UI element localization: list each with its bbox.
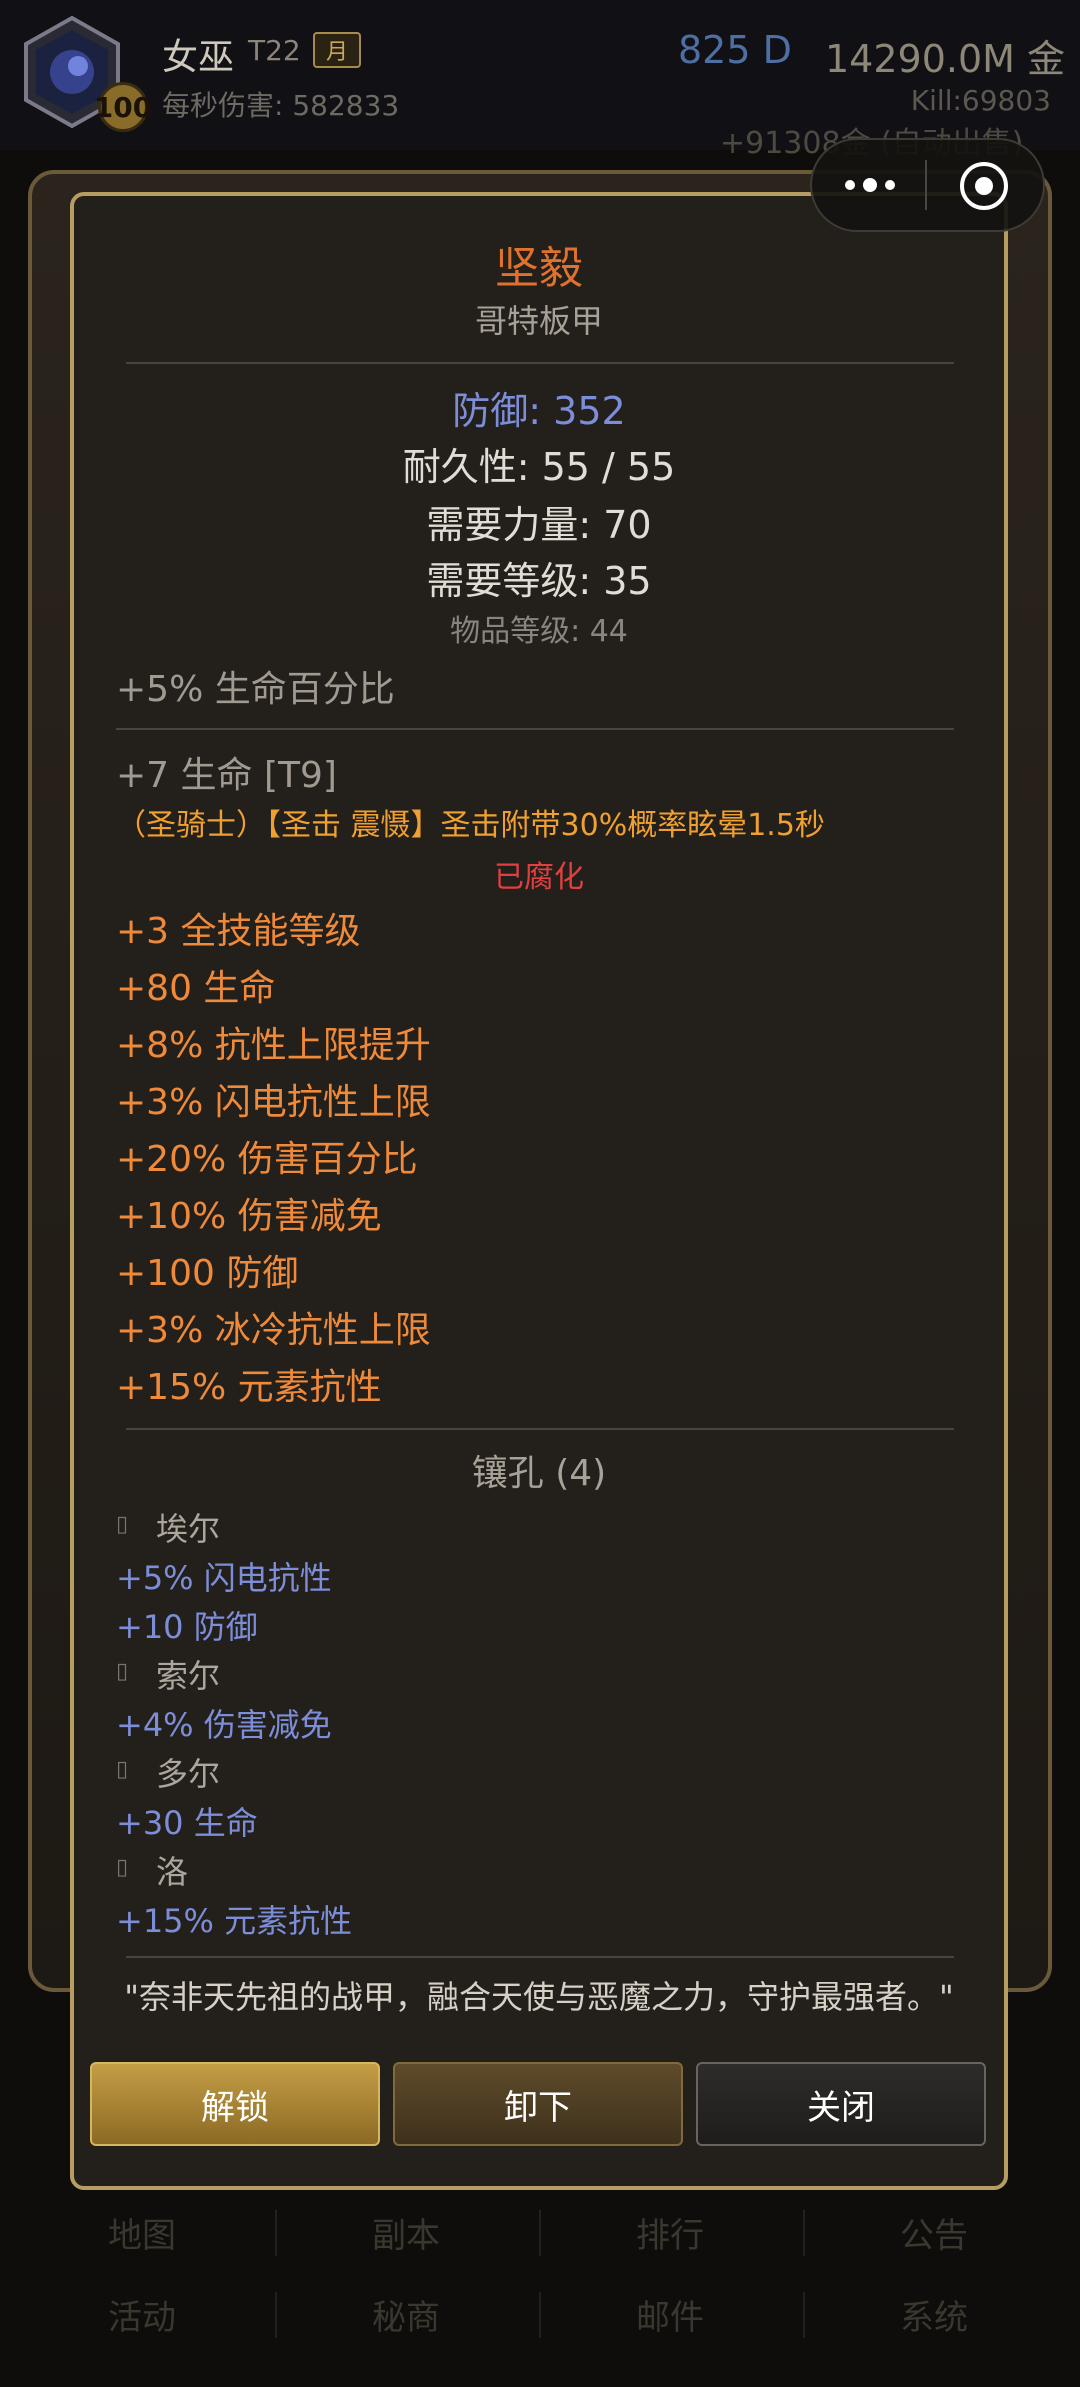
rune-icon: ▯ [116,1659,129,1684]
divider [116,728,954,730]
rune-icon: ▯ [116,1855,129,1880]
unequip-button[interactable]: 卸下 [393,2062,683,2146]
gold-count: 14290.0M 金 [825,37,1066,81]
enchant-mod: +7 生命 [T9] [116,755,337,796]
gem-mod: +10 防御 [116,1608,258,1646]
item-name: 坚毅 [495,243,583,294]
affix: +3% 冰冷抗性上限 [116,1310,431,1351]
dps-readout: 每秒伤害: 582833 [162,89,400,122]
divider [126,362,954,364]
gem-mod: +4% 伤害减免 [116,1706,332,1744]
affix: +3 全技能等级 [116,911,361,952]
corrupted-label: 已腐化 [494,860,584,895]
affix: +3% 闪电抗性上限 [116,1082,431,1123]
nav-shop[interactable]: 秘商 [276,2290,536,2339]
level-badge: 100 [94,82,152,132]
bottom-navigation: 地图 副本 排行 公告 活动 秘商 邮件 系统 [0,2174,1080,2387]
sockets-header: 镶孔 (4) [471,1453,607,1494]
flavor-text: "奈非天先祖的战甲，融合天使与恶魔之力，守护最强者。" [124,1978,954,2016]
nav-system[interactable]: 系统 [804,2290,1064,2339]
month-card-badge[interactable]: 月 [313,32,361,68]
nav-events[interactable]: 活动 [12,2290,272,2339]
gem-name: 索尔 [156,1657,221,1695]
gem-name: 洛 [156,1853,189,1891]
gem-mod: +5% 闪电抗性 [116,1559,332,1597]
item-defense: 防御: 352 [452,389,626,433]
gem-name: 埃尔 [156,1510,221,1548]
nav-rank[interactable]: 排行 [540,2208,800,2257]
gem-mod: +30 生命 [116,1804,258,1842]
rune-icon: ▯ [116,1757,129,1782]
gem-name: 多尔 [156,1755,221,1793]
unlock-button[interactable]: 解锁 [90,2062,380,2146]
close-button[interactable]: 关闭 [696,2062,986,2146]
affix: +8% 抗性上限提升 [116,1025,431,1066]
item-base-type: 哥特板甲 [474,302,603,340]
nav-map[interactable]: 地图 [12,2208,272,2257]
capsule-divider [925,160,927,210]
affix: +20% 伤害百分比 [116,1139,418,1180]
nav-dungeon[interactable]: 副本 [276,2208,536,2257]
close-miniprogram-icon[interactable] [958,160,1010,212]
more-options-icon[interactable] [840,170,900,200]
character-name: 女巫 [162,37,235,78]
item-req-strength: 需要力量: 70 [426,503,652,547]
diamond-count: 825 D [678,28,792,72]
affix: +100 防御 [116,1253,299,1294]
affix: +10% 伤害减免 [116,1196,382,1237]
item-req-level: 需要等级: 35 [426,559,652,603]
affix: +15% 元素抗性 [116,1367,382,1408]
affix: +80 生命 [116,968,276,1009]
item-level: 物品等级: 44 [450,614,628,649]
item-durability: 耐久性: 55 / 55 [402,445,676,489]
legendary-effect: （圣骑士）【圣击 震慑】圣击附带30%概率眩晕1.5秒 [116,808,825,843]
tier-label: T22 [248,34,301,67]
divider [126,1956,954,1958]
gem-mod: +15% 元素抗性 [116,1902,353,1940]
divider [126,1428,954,1430]
kill-count: Kill:69803 [910,84,1051,117]
implicit-mod: +5% 生命百分比 [116,669,395,710]
nav-notice[interactable]: 公告 [804,2208,1064,2257]
nav-mail[interactable]: 邮件 [540,2290,800,2339]
rune-icon: ▯ [116,1512,129,1537]
